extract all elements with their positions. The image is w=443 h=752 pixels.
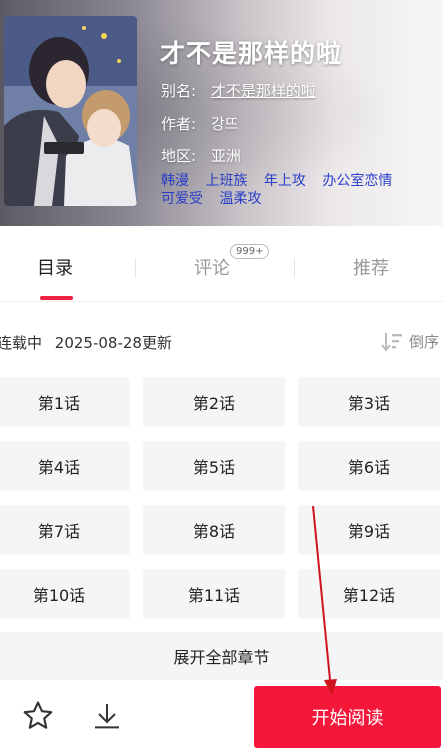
tab-divider — [294, 258, 295, 278]
serial-status: 连载中 2025-08-28更新 — [0, 332, 172, 353]
region-value[interactable]: 亚洲 — [211, 147, 241, 165]
active-tab-indicator — [40, 296, 73, 300]
bottom-action-bar: 开始阅读 — [0, 680, 443, 752]
tag-item[interactable]: 温柔攻 — [219, 191, 261, 207]
region-row: 地区: 亚洲 — [161, 145, 241, 166]
region-label: 地区: — [161, 147, 197, 165]
sort-desc-icon — [381, 332, 402, 352]
tag-item[interactable]: 韩漫 — [161, 173, 189, 189]
tag-item[interactable]: 办公室恋情 — [322, 173, 392, 189]
author-row: 作者: 강뜨 — [161, 113, 238, 134]
sort-toggle-button[interactable]: 倒序 — [381, 331, 439, 352]
serial-state: 连载中 — [0, 334, 43, 352]
chapter-button[interactable]: 第7话 — [0, 505, 130, 555]
download-button[interactable] — [89, 698, 125, 734]
chapter-button[interactable]: 第3话 — [298, 377, 440, 427]
chapter-button[interactable]: 第10话 — [0, 569, 130, 619]
comment-count-badge: 999+ — [230, 244, 270, 259]
favorite-button[interactable] — [20, 698, 56, 734]
tag-item[interactable]: 上班族 — [205, 173, 247, 189]
tab-comments[interactable]: 评论 — [194, 254, 230, 280]
start-reading-button[interactable]: 开始阅读 — [254, 686, 441, 748]
alias-row: 别名: 才不是那样的啦 — [161, 80, 316, 101]
chapter-button[interactable]: 第2话 — [143, 377, 285, 427]
alias-value[interactable]: 才不是那样的啦 — [211, 82, 316, 100]
chapter-button[interactable]: 第11话 — [143, 569, 285, 619]
tab-catalog[interactable]: 目录 — [37, 254, 73, 280]
cover-image[interactable] — [4, 16, 137, 206]
alias-label: 别名: — [161, 82, 197, 100]
chapter-button[interactable]: 第4话 — [0, 441, 130, 491]
chapter-button[interactable]: 第5话 — [143, 441, 285, 491]
tab-recommend[interactable]: 推荐 — [353, 254, 389, 280]
tag-list: 韩漫 上班族 年上攻 办公室恋情 可爱受 温柔攻 — [161, 172, 443, 208]
chapter-button[interactable]: 第9话 — [298, 505, 440, 555]
sort-label: 倒序 — [408, 333, 439, 351]
update-date: 2025-08-28更新 — [54, 334, 172, 352]
tag-item[interactable]: 年上攻 — [264, 173, 306, 189]
author-value[interactable]: 강뜨 — [211, 115, 239, 133]
chapter-button[interactable]: 第8话 — [143, 505, 285, 555]
chapter-button[interactable]: 第12话 — [298, 569, 440, 619]
expand-all-chapters-button[interactable]: 展开全部章节 — [0, 632, 443, 680]
comic-header: 才不是那样的啦 别名: 才不是那样的啦 作者: 강뜨 地区: 亚洲 韩漫 上班族… — [0, 0, 443, 226]
tag-item[interactable]: 可爱受 — [161, 191, 203, 207]
star-outline-icon — [23, 701, 53, 729]
tab-bar: 目录 评论 999+ 推荐 — [0, 236, 443, 302]
chapter-button[interactable]: 第1话 — [0, 377, 130, 427]
tab-divider — [135, 258, 136, 278]
download-icon — [95, 704, 119, 729]
chapter-button[interactable]: 第6话 — [298, 441, 440, 491]
comic-title: 才不是那样的啦 — [160, 39, 343, 68]
author-label: 作者: — [161, 115, 197, 133]
